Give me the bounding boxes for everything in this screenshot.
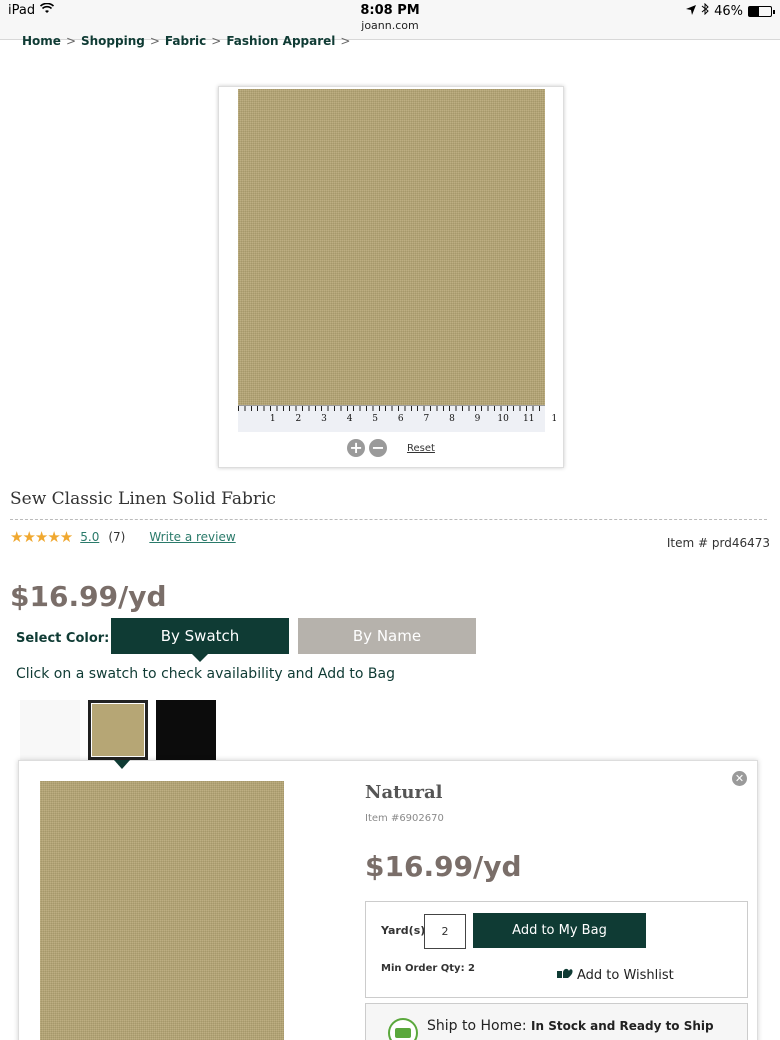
yards-quantity-input[interactable]: 2	[424, 914, 466, 949]
detail-price: $16.99/yd	[365, 850, 522, 883]
location-icon	[686, 4, 697, 19]
close-icon[interactable]: ✕	[732, 771, 747, 786]
breadcrumb-fashion-apparel[interactable]: Fashion Apparel	[226, 34, 335, 48]
zoom-in-button[interactable]: +	[347, 439, 366, 457]
rating-row: ★★★★★ 5.0 (7) Write a review	[10, 528, 236, 546]
swatch-detail-panel: ✕ Natural Item #6902670 $16.99/yd Yard(s…	[18, 760, 758, 1040]
breadcrumb-separator: >	[211, 34, 222, 48]
rating-value-link[interactable]: 5.0	[80, 530, 99, 544]
write-review-link[interactable]: Write a review	[149, 530, 235, 544]
status-right: 46%	[686, 2, 775, 19]
bluetooth-icon	[701, 2, 709, 19]
yards-label: Yard(s)	[381, 924, 426, 937]
zoom-controls: + − Reset	[219, 439, 563, 457]
status-center: 8:08 PM joann.com	[0, 3, 780, 33]
tab-by-name[interactable]: By Name	[298, 618, 476, 654]
ship-status: In Stock and Ready to Ship	[531, 1019, 714, 1033]
truck-icon	[388, 1018, 418, 1040]
product-price: $16.99/yd	[10, 580, 167, 613]
ruler-number: 1	[551, 414, 558, 424]
reset-zoom-link[interactable]: Reset	[407, 443, 435, 454]
color-name: Natural	[365, 782, 443, 803]
wishlist-label: Add to Wishlist	[577, 967, 674, 983]
battery-icon	[748, 5, 775, 17]
swatch-detail-image	[40, 781, 284, 1040]
ruler-number: 11	[523, 414, 535, 424]
address-url[interactable]: joann.com	[0, 19, 780, 33]
clock: 8:08 PM	[360, 3, 420, 18]
add-to-cart-box: Yard(s) 2 Add to My Bag Min Order Qty: 2…	[365, 901, 748, 998]
breadcrumb-home[interactable]: Home	[22, 34, 61, 48]
add-to-bag-button[interactable]: Add to My Bag	[473, 913, 646, 948]
breadcrumb-separator: >	[340, 34, 351, 48]
ship-to-home-option[interactable]: Ship to Home: In Stock and Ready to Ship	[365, 1003, 748, 1040]
min-order-qty: Min Order Qty: 2	[381, 963, 476, 974]
swatch-black[interactable]	[156, 700, 216, 760]
swatch-pointer	[114, 760, 130, 769]
ruler-number: 4	[346, 414, 353, 424]
ruler-number: 3	[321, 414, 327, 424]
review-count: (7)	[108, 530, 126, 544]
ship-to-home-text: Ship to Home: In Stock and Ready to Ship	[427, 1018, 714, 1034]
swatch-placeholder	[20, 700, 80, 760]
ruler-number: 10	[497, 414, 509, 424]
tab-by-swatch[interactable]: By Swatch	[111, 618, 289, 662]
breadcrumb-separator: >	[149, 34, 160, 48]
select-color-label: Select Color:	[16, 631, 110, 646]
ruler-numbers: 1 2 3 4 5 6 7 8 9 10 11 1	[260, 414, 567, 424]
breadcrumb-fabric[interactable]: Fabric	[165, 34, 206, 48]
product-title: Sew Classic Linen Solid Fabric	[10, 489, 276, 509]
product-image[interactable]	[238, 89, 545, 405]
swatch-natural[interactable]	[88, 700, 148, 760]
breadcrumb-separator: >	[65, 34, 76, 48]
product-image-viewer: 1 2 3 4 5 6 7 8 9 10 11 1 + − Reset	[218, 86, 564, 468]
breadcrumb-shopping[interactable]: Shopping	[81, 34, 145, 48]
battery-percent: 46%	[714, 3, 743, 19]
swatch-instruction: Click on a swatch to check availability …	[16, 666, 396, 682]
ruler-number: 5	[372, 414, 379, 424]
heart-hand-icon	[557, 967, 573, 983]
ruler-number: 8	[449, 414, 455, 424]
ruler-number: 2	[295, 414, 302, 424]
zoom-out-button[interactable]: −	[369, 439, 388, 457]
divider	[10, 519, 767, 520]
ruler-number: 7	[423, 414, 430, 424]
ruler-number: 9	[474, 414, 481, 424]
ship-label: Ship to Home:	[427, 1018, 527, 1034]
star-rating-icon: ★★★★★	[10, 528, 73, 546]
item-number: Item # prd46473	[666, 536, 770, 550]
ruler-number: 1	[269, 414, 276, 424]
color-item-number: Item #6902670	[365, 813, 444, 824]
ruler-number: 6	[397, 414, 404, 424]
battery-fill	[749, 6, 760, 16]
ruler: 1 2 3 4 5 6 7 8 9 10 11 1	[238, 405, 557, 432]
breadcrumb: Home > Shopping > Fabric > Fashion Apparel >	[22, 34, 350, 48]
swatch-natural-inner	[91, 703, 145, 757]
add-to-wishlist-link[interactable]: Add to Wishlist	[557, 967, 674, 983]
